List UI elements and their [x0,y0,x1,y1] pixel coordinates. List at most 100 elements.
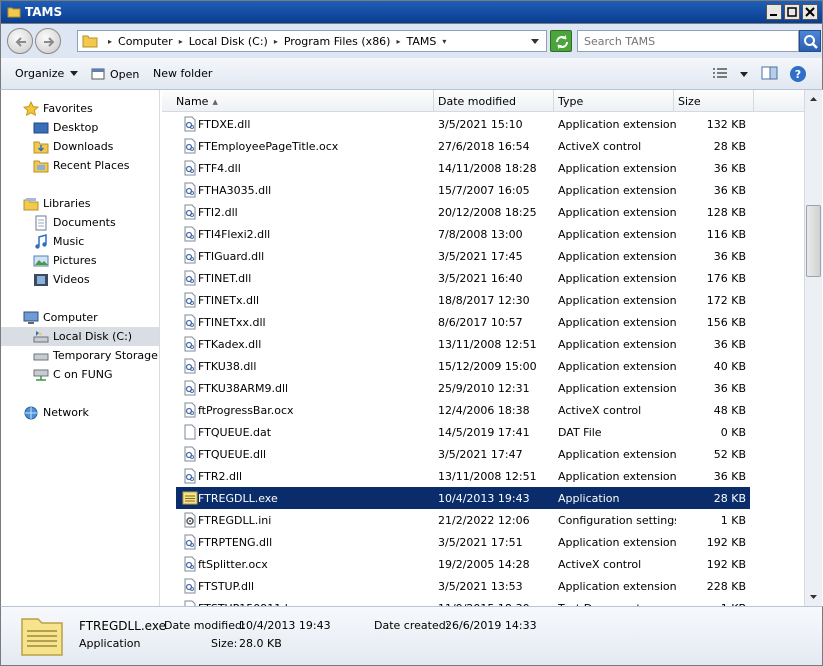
file-row[interactable]: FTSTUP150911.log11/9/2015 18:30Text Docu… [176,597,750,606]
file-type: Application extension [558,206,676,219]
file-size: 40 KB [713,360,746,373]
file-size: 192 KB [706,558,746,571]
file-row[interactable]: FTI2.dll 20/12/2008 18:25 Application exte… [176,201,750,223]
nav-local-disk[interactable]: Local Disk (C:) [1,327,159,346]
pictures-icon [33,255,49,266]
chevron-right-icon[interactable]: ▸ [270,37,282,46]
nav-c-on-fung[interactable]: C on FUNG [33,365,159,384]
breadcrumb-local-disk[interactable]: Local Disk (C:) [187,35,270,48]
address-bar[interactable]: ▸ Computer ▸ Local Disk (C:) ▸ Program F… [77,30,547,52]
column-date-modified[interactable]: Date modified [434,90,554,112]
file-row[interactable]: ftSplitter.ocx 19/2/2005 14:28 ActiveX con… [176,553,750,575]
chevron-down-icon [810,595,817,599]
sort-up-icon: ▲ [212,98,218,106]
file-row[interactable]: FTKU38.dll 15/12/2009 15:00 Application ex… [176,355,750,377]
file-row[interactable]: FTINET.dll 3/5/2021 16:40 Application exte… [176,267,750,289]
search-field[interactable] [577,30,799,52]
file-row[interactable]: FTIGuard.dll 3/5/2021 17:45 Application ex… [176,245,750,267]
file-row[interactable]: FTI4Flexi2.dll 7/8/2008 13:00 Application … [176,223,750,245]
nav-desktop[interactable]: Desktop [33,118,159,137]
file-name: FTQUEUE.dll [198,448,267,461]
view-dropdown-button[interactable] [739,69,749,82]
minimize-button[interactable] [766,4,782,20]
details-file-name: FTREGDLL.exe [79,619,166,633]
file-date-modified: 3/5/2021 13:53 [438,580,523,593]
chevron-down-icon[interactable] [530,38,540,46]
nav-recent-places[interactable]: Recent Places [33,156,159,175]
file-date-modified: 14/11/2008 18:28 [438,162,537,175]
file-row[interactable]: FTEmployeePageTitle.ocx 27/6/2018 16:54 Ac… [176,135,750,157]
column-type[interactable]: Type [554,90,674,112]
chevron-right-icon[interactable]: ▸ [104,37,116,46]
scroll-down-button[interactable] [805,589,822,606]
search-input[interactable] [578,31,798,51]
file-row[interactable]: FTINETxx.dll 8/6/2017 10:57 Application ex… [176,311,750,333]
nav-favorites[interactable]: Favorites [23,99,159,118]
vertical-scrollbar[interactable] [804,90,822,606]
column-name[interactable]: Name ▲ [162,90,434,112]
file-type: Application extension [558,338,676,351]
file-name: FTI4Flexi2.dll [198,228,271,241]
file-row[interactable]: FTRPTENG.dll 3/5/2021 17:51 Application ex… [176,531,750,553]
scroll-up-button[interactable] [805,90,822,107]
column-size[interactable]: Size [674,90,754,112]
file-row[interactable]: FTF4.dll 14/11/2008 18:28 Application exte… [176,157,750,179]
file-row[interactable]: FTKU38ARM9.dll 25/9/2010 12:31 Application… [176,377,750,399]
dll-file-icon [182,314,198,330]
chevron-down-icon [70,70,79,76]
local-disk-icon [33,330,49,342]
file-row[interactable]: FTINETx.dll 18/8/2017 12:30 Application ex… [176,289,750,311]
file-name: ftProgressBar.ocx [198,404,294,417]
file-size: 0 KB [720,426,746,439]
preview-pane-button[interactable] [761,65,779,84]
file-row[interactable]: FTQUEUE.dat 14/5/2019 17:41 DAT File 0 KB [176,421,750,443]
search-button[interactable] [799,30,821,52]
chevron-right-icon[interactable]: ▾ [438,37,450,46]
file-row[interactable]: FTHA3035.dll 15/7/2007 16:05 Application e… [176,179,750,201]
nav-computer[interactable]: Computer [23,308,159,327]
chevron-right-icon[interactable]: ▸ [175,37,187,46]
refresh-button[interactable] [550,30,572,52]
nav-documents[interactable]: Documents [33,213,159,232]
open-button[interactable]: Open [91,67,139,81]
close-button[interactable] [802,4,818,20]
file-name: FTINETx.dll [198,294,260,307]
nav-libraries[interactable]: Libraries [23,194,159,213]
file-type: Configuration settings [558,514,676,527]
organize-button[interactable]: Organize [15,67,79,80]
file-row[interactable]: FTQUEUE.dll 3/5/2021 17:47 Application ext… [176,443,750,465]
details-created-label: Date created: [374,619,450,632]
scroll-thumb[interactable] [806,205,821,277]
nav-pictures[interactable]: Pictures [33,251,159,270]
forward-button[interactable] [35,28,61,54]
file-row[interactable]: ftProgressBar.ocx 12/4/2006 18:38 ActiveX … [176,399,750,421]
help-button[interactable]: ? [789,65,807,86]
breadcrumb-program-files[interactable]: Program Files (x86) [282,35,393,48]
file-row[interactable]: FTSTUP.dll 3/5/2021 13:53 Application exte… [176,575,750,597]
nav-downloads[interactable]: Downloads [33,137,159,156]
nav-music[interactable]: Music [33,232,159,251]
file-type: Application extension [558,250,676,263]
file-size: 36 KB [713,250,746,263]
file-row[interactable]: FTKadex.dll 13/11/2008 12:51 Application e… [176,333,750,355]
details-pane: FTREGDLL.exe Application Date modified: … [0,606,823,666]
nav-videos[interactable]: Videos [33,270,159,289]
new-folder-button[interactable]: New folder [153,67,212,80]
drive-icon [33,353,49,360]
file-row[interactable]: FTDXE.dll 3/5/2021 15:10 Application exten… [176,113,750,135]
nav-temporary-storage[interactable]: Temporary Storage (D [33,346,159,365]
file-row[interactable]: FTR2.dll 13/11/2008 12:51 Application exte… [176,465,750,487]
nav-network[interactable]: Network [23,403,159,422]
dll-file-icon [182,534,198,550]
back-button[interactable] [7,28,33,54]
breadcrumb-tams[interactable]: TAMS [405,35,439,48]
file-row[interactable]: FTREGDLL.exe 10/4/2013 19:43 Application 28… [176,487,750,509]
chevron-right-icon[interactable]: ▸ [392,37,404,46]
maximize-button[interactable] [784,4,800,20]
file-name: FTKU38ARM9.dll [198,382,289,395]
search-icon [804,35,818,49]
view-options-button[interactable] [711,65,729,84]
file-type: Application extension [558,228,676,241]
breadcrumb-computer[interactable]: Computer [116,35,175,48]
file-row[interactable]: FTREGDLL.ini 21/2/2022 12:06 Configuration… [176,509,750,531]
